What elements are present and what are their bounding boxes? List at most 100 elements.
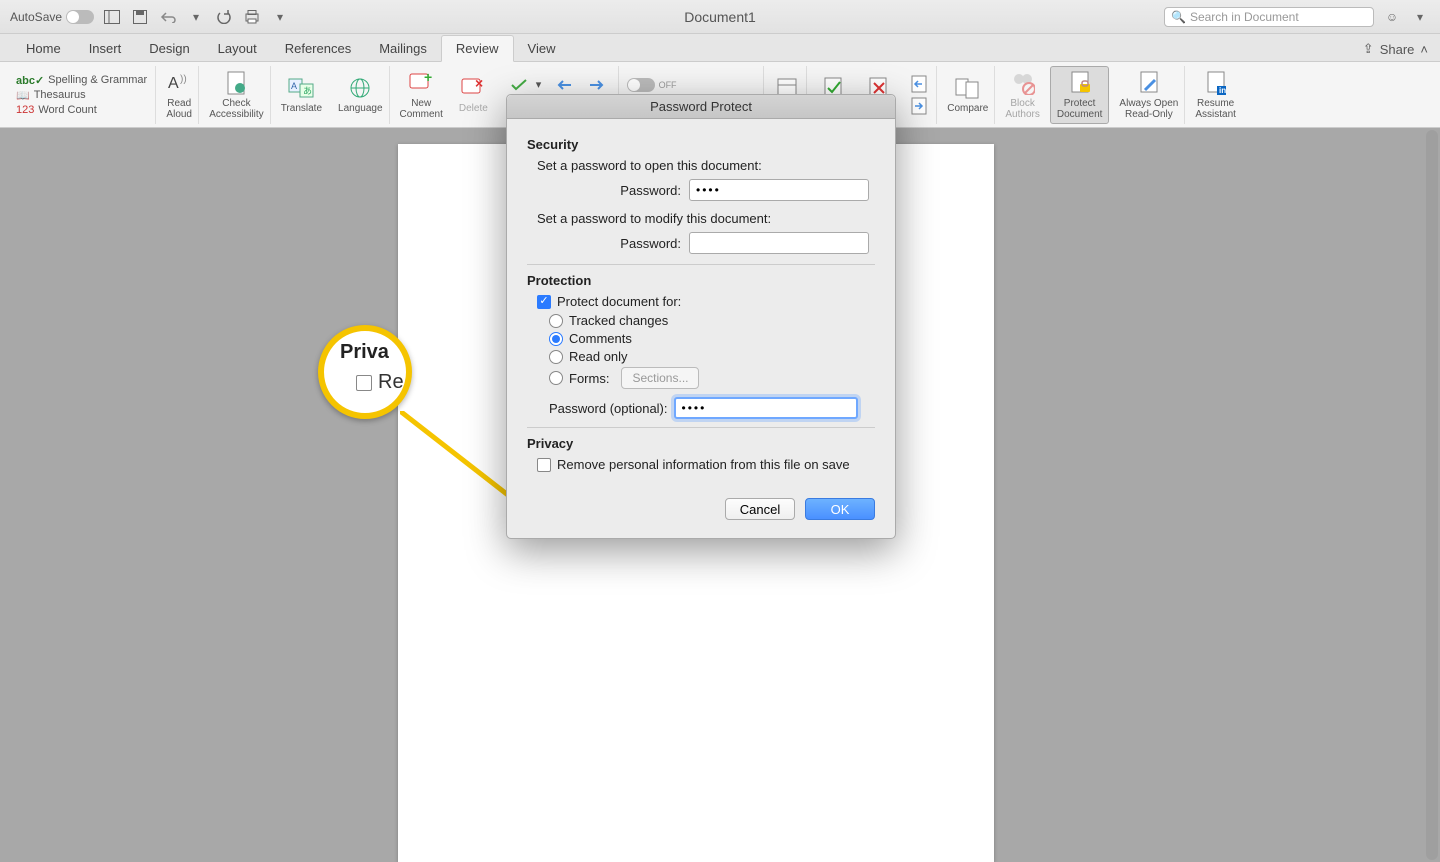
sidebar-icon[interactable]	[102, 7, 122, 27]
accessibility-icon	[223, 70, 249, 96]
next-arrow-icon[interactable]	[588, 79, 606, 91]
remove-pii-checkbox[interactable]	[537, 458, 551, 472]
undo-icon[interactable]	[158, 7, 178, 27]
optional-password-input[interactable]	[674, 397, 858, 419]
chevron-down-icon[interactable]: ▾	[1410, 7, 1430, 27]
book-icon: 📖	[16, 89, 30, 102]
delete-comment-button[interactable]: ×Delete	[453, 66, 494, 124]
magnifier-callout: Priva Re	[318, 325, 412, 419]
protect-document-button[interactable]: Protect Document	[1050, 66, 1110, 124]
dialog-title: Password Protect	[507, 95, 895, 119]
password-protect-dialog: Password Protect Security Set a password…	[506, 94, 896, 539]
readonly-radio[interactable]	[549, 350, 563, 364]
always-readonly-button[interactable]: Always Open Read-Only	[1113, 66, 1185, 124]
block-authors-button[interactable]: Block Authors	[999, 66, 1045, 124]
sections-button[interactable]: Sections...	[621, 367, 699, 389]
save-icon[interactable]	[130, 7, 150, 27]
autosave-toggle[interactable]: AutoSave	[10, 10, 94, 24]
open-password-label: Set a password to open this document:	[537, 158, 875, 173]
svg-text:A: A	[291, 81, 297, 91]
protection-heading: Protection	[527, 273, 875, 288]
translate-button[interactable]: AあTranslate	[275, 66, 328, 124]
toggle-off-icon	[627, 78, 655, 92]
tab-layout[interactable]: Layout	[204, 36, 271, 61]
search-input[interactable]: 🔍 Search in Document	[1164, 7, 1374, 27]
comments-label: Comments	[569, 331, 632, 346]
forms-label: Forms:	[569, 371, 609, 386]
print-icon[interactable]	[242, 7, 262, 27]
password-label: Password:	[620, 183, 681, 198]
magnifier-checkbox	[356, 375, 372, 391]
open-password-input[interactable]	[689, 179, 869, 201]
tab-mailings[interactable]: Mailings	[365, 36, 441, 61]
readonly-label: Read only	[569, 349, 628, 364]
abc-icon: abc✓	[16, 74, 44, 87]
tab-design[interactable]: Design	[135, 36, 203, 61]
compare-icon	[955, 75, 981, 101]
privacy-heading: Privacy	[527, 436, 875, 451]
forms-radio[interactable]	[549, 371, 563, 385]
tab-insert[interactable]: Insert	[75, 36, 136, 61]
svg-text:)): ))	[180, 74, 187, 85]
comments-radio[interactable]	[549, 332, 563, 346]
smiley-icon[interactable]: ☺	[1382, 7, 1402, 27]
next-change-icon[interactable]	[910, 96, 928, 116]
spelling-grammar-button[interactable]: abc✓Spelling & Grammar	[16, 74, 147, 87]
delete-comment-icon: ×	[460, 75, 486, 101]
prev-change-icon[interactable]	[910, 74, 928, 94]
language-icon	[347, 75, 373, 101]
document-title: Document1	[684, 9, 756, 25]
nav-changes-group	[902, 66, 937, 124]
tracked-changes-radio[interactable]	[549, 314, 563, 328]
tab-references[interactable]: References	[271, 36, 365, 61]
svg-text:in: in	[1219, 86, 1226, 95]
password-label: Password:	[620, 236, 681, 251]
svg-text:+: +	[424, 72, 432, 85]
security-heading: Security	[527, 137, 875, 152]
check-accessibility-button[interactable]: Check Accessibility	[203, 66, 270, 124]
resume-icon: in	[1203, 70, 1229, 96]
search-icon: 🔍	[1171, 10, 1186, 24]
redo-icon[interactable]	[214, 7, 234, 27]
compare-button[interactable]: Compare	[941, 66, 995, 124]
cancel-button[interactable]: Cancel	[725, 498, 795, 520]
remove-pii-label: Remove personal information from this fi…	[557, 457, 850, 472]
proofing-group: abc✓Spelling & Grammar 📖Thesaurus 123Wor…	[8, 66, 156, 124]
modify-password-label: Set a password to modify this document:	[537, 211, 875, 226]
ok-button[interactable]: OK	[805, 498, 875, 520]
readonly-icon	[1136, 70, 1162, 96]
protect-for-checkbox[interactable]	[537, 295, 551, 309]
svg-text:×: ×	[475, 77, 483, 91]
svg-text:あ: あ	[303, 86, 312, 96]
protect-doc-icon	[1067, 70, 1093, 96]
svg-text:A: A	[168, 75, 179, 92]
share-button[interactable]: Share	[1380, 42, 1415, 57]
chevron-down-icon[interactable]: ▾	[186, 7, 206, 27]
tab-review[interactable]: Review	[441, 35, 514, 62]
vertical-scrollbar[interactable]	[1426, 130, 1438, 860]
read-aloud-icon: A))	[166, 70, 192, 96]
chevron-down-icon[interactable]: ▾	[536, 78, 542, 91]
resume-assistant-button[interactable]: inResume Assistant	[1189, 66, 1242, 124]
track-changes-toggle[interactable]: OFF	[627, 78, 677, 92]
magnifier-title: Priva	[340, 341, 389, 364]
word-count-button[interactable]: 123Word Count	[16, 104, 97, 116]
tab-view[interactable]: View	[514, 36, 570, 61]
chevron-down-icon[interactable]: ▾	[270, 7, 290, 27]
toggle-off-icon[interactable]	[66, 10, 94, 24]
count-icon: 123	[16, 104, 34, 116]
collapse-ribbon-icon[interactable]: ˄	[1420, 42, 1428, 57]
protect-for-label: Protect document for:	[557, 294, 681, 309]
tab-home[interactable]: Home	[12, 36, 75, 61]
translate-icon: Aあ	[288, 75, 314, 101]
language-button[interactable]: Language	[332, 66, 390, 124]
read-aloud-button[interactable]: A))Read Aloud	[160, 66, 199, 124]
thesaurus-button[interactable]: 📖Thesaurus	[16, 89, 86, 102]
password-optional-label: Password (optional):	[549, 401, 668, 416]
modify-password-input[interactable]	[689, 232, 869, 254]
new-comment-icon: +	[408, 70, 434, 96]
prev-arrow-icon[interactable]	[555, 79, 573, 91]
magnifier-text: Re	[378, 371, 404, 394]
new-comment-button[interactable]: +New Comment	[394, 66, 449, 124]
share-icon: ⇪	[1363, 41, 1374, 57]
